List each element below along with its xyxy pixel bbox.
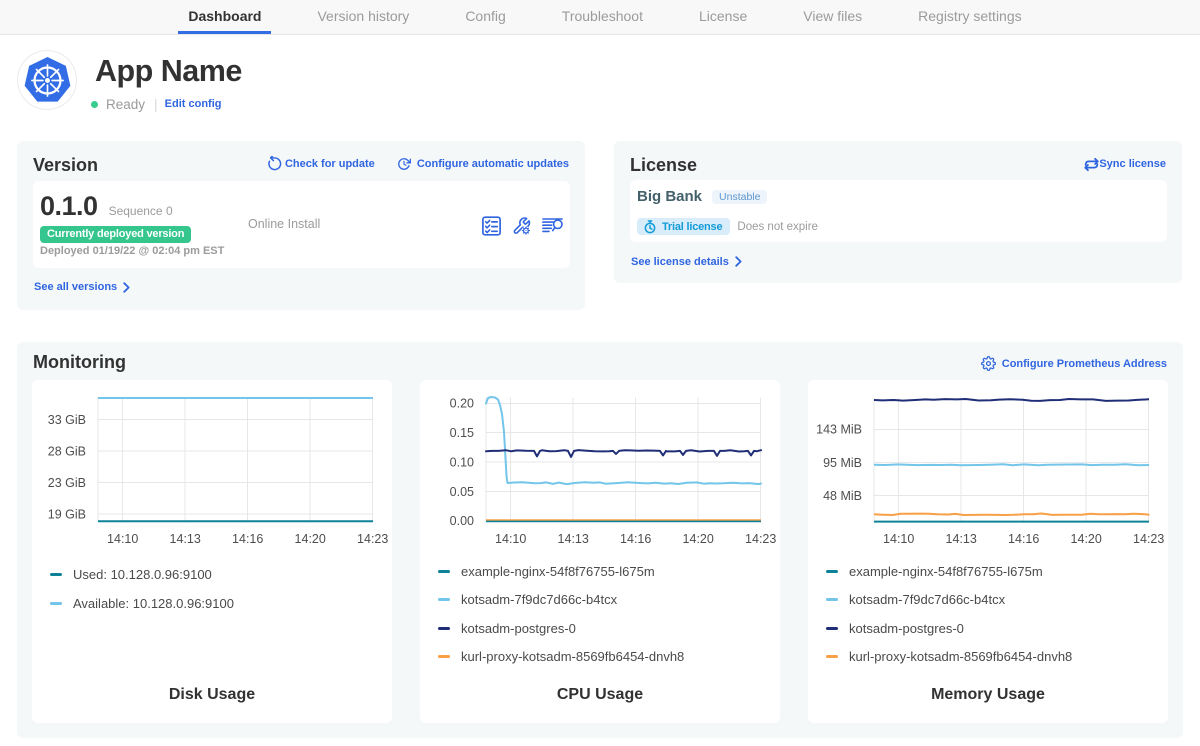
svg-text:14:23: 14:23 bbox=[1133, 532, 1164, 546]
svg-text:143 MiB: 143 MiB bbox=[816, 423, 862, 437]
svg-text:14:16: 14:16 bbox=[232, 532, 263, 546]
svg-text:14:23: 14:23 bbox=[357, 532, 388, 546]
svg-text:0.00: 0.00 bbox=[450, 514, 474, 528]
svg-text:14:20: 14:20 bbox=[683, 532, 714, 546]
svg-text:0.20: 0.20 bbox=[450, 397, 474, 411]
svg-text:14:13: 14:13 bbox=[170, 532, 201, 546]
svg-text:48 MiB: 48 MiB bbox=[823, 489, 862, 503]
svg-text:0.15: 0.15 bbox=[450, 426, 474, 440]
svg-text:14:13: 14:13 bbox=[946, 532, 977, 546]
svg-text:19 GiB: 19 GiB bbox=[48, 507, 86, 521]
svg-text:14:10: 14:10 bbox=[495, 532, 526, 546]
svg-text:14:23: 14:23 bbox=[745, 532, 776, 546]
svg-text:28 GiB: 28 GiB bbox=[48, 444, 86, 458]
svg-text:14:13: 14:13 bbox=[558, 532, 589, 546]
svg-text:23 GiB: 23 GiB bbox=[48, 476, 86, 490]
svg-text:14:20: 14:20 bbox=[1071, 532, 1102, 546]
svg-text:95 MiB: 95 MiB bbox=[823, 456, 862, 470]
svg-text:14:20: 14:20 bbox=[295, 532, 326, 546]
svg-text:0.05: 0.05 bbox=[450, 485, 474, 499]
svg-text:0.10: 0.10 bbox=[450, 455, 474, 469]
svg-text:14:10: 14:10 bbox=[107, 532, 138, 546]
svg-text:14:16: 14:16 bbox=[1008, 532, 1039, 546]
svg-text:14:16: 14:16 bbox=[620, 532, 651, 546]
svg-text:14:10: 14:10 bbox=[883, 532, 914, 546]
svg-text:33 GiB: 33 GiB bbox=[48, 413, 86, 427]
